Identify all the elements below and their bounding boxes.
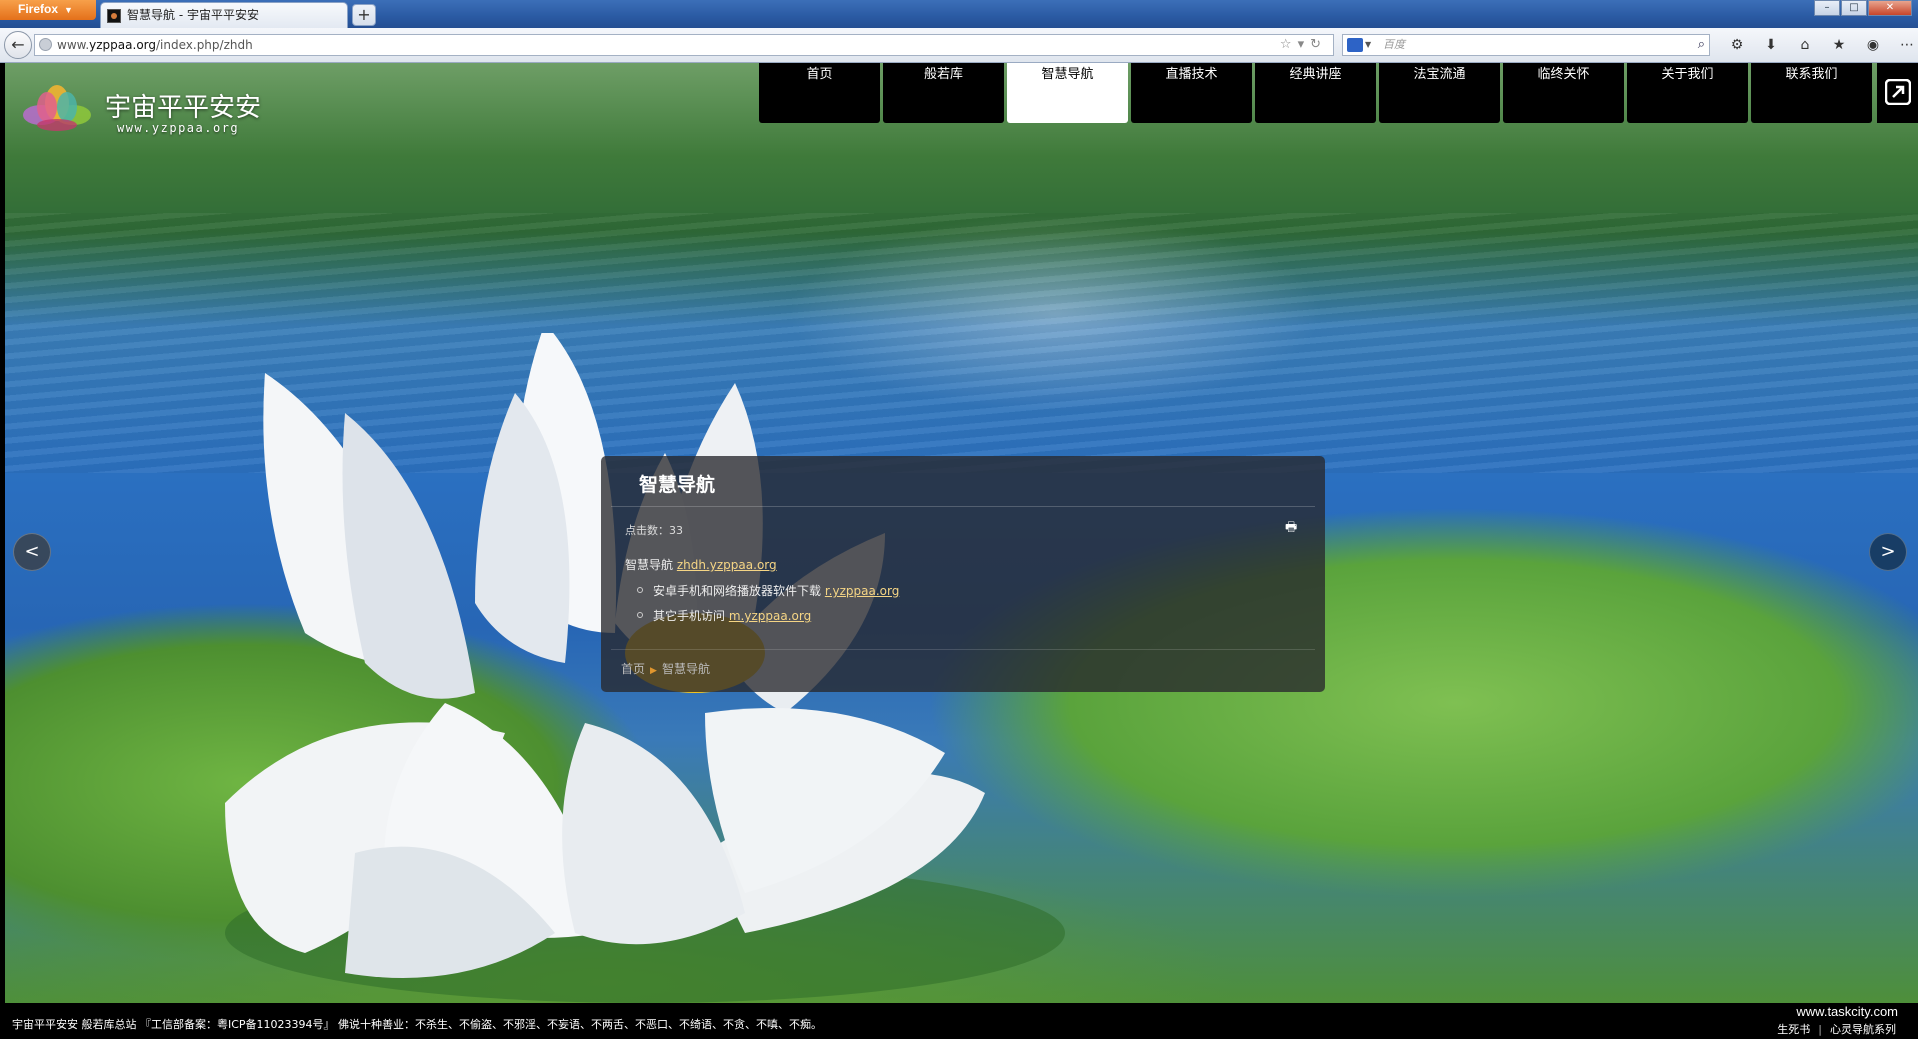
slide-prev-button[interactable]: < [13,533,51,571]
footer-link-2[interactable]: 心灵导航系列 [1830,1023,1896,1036]
chevron-left-icon: < [24,541,40,562]
divider [611,506,1315,507]
article-panel: 智慧导航 点击数：33 🖶 智慧导航 zhdh.yzppaa.org 安卓手机和… [601,456,1325,692]
list-item-text: 安卓手机和网络播放器软件下载 [653,584,822,598]
window-controls: – □ ✕ [1813,0,1912,18]
new-tab-button[interactable]: + [352,4,376,26]
url-domain: yzppaa.org [89,38,156,52]
footer-separator: | [1818,1023,1822,1036]
toolbar-icons: ⚙ ⬇ ⌂ ★ ◉ ⋯ [1720,34,1918,56]
site-title: 宇宙平平安安 [105,93,262,123]
chevron-right-icon: > [1880,541,1896,562]
search-placeholder: 百度 [1383,38,1405,51]
close-icon[interactable]: ✕ [1868,0,1912,16]
url-bar-icons: ☆▾↻ [1280,35,1327,55]
printer-icon[interactable]: 🖶 [1285,518,1297,540]
menu-item-dharma-circulation[interactable]: 法宝流通 [1379,63,1500,123]
screenshot-icon[interactable]: ◉ [1856,34,1890,56]
fullscreen-button[interactable] [1877,63,1918,123]
home-icon[interactable]: ⌂ [1788,34,1822,56]
menu-item-prajna-library[interactable]: 般若库 [883,63,1004,123]
site-logo[interactable]: 宇宙平平安安 www.yzppaa.org [19,81,279,141]
footer-notice: 宇宙平平安安 般若库总站 『工信部备案：粤ICP备11023394号』 佛说十种… [12,1018,823,1031]
firefox-menu-button[interactable]: Firefox ▼ [0,0,96,20]
list-item: 安卓手机和网络播放器软件下载 r.yzppaa.org [636,582,899,599]
globe-icon [39,38,52,51]
breadcrumb: 首页 ▶ 智慧导航 [621,660,710,677]
favicon-icon [107,9,121,23]
browser-navbar: ← www.yzppaa.org/index.php/zhdh ☆▾↻ ▼ 百度… [0,28,1918,63]
browser-titlebar: Firefox ▼ 智慧导航 - 宇宙平平安安 + – □ ✕ [0,0,1918,28]
list-item: 其它手机访问 m.yzppaa.org [636,607,899,624]
hit-count: 点击数：33 [625,524,683,537]
browser-tab[interactable]: 智慧导航 - 宇宙平平安安 [100,2,348,28]
search-icon[interactable]: ⌕ [1698,35,1705,55]
site-footer: 宇宙平平安安 般若库总站 『工信部备案：粤ICP备11023394号』 佛说十种… [0,1003,1918,1039]
expand-icon [1885,79,1911,105]
firefox-menu-label: Firefox [18,2,59,16]
url-bar[interactable]: www.yzppaa.org/index.php/zhdh ☆▾↻ [34,34,1334,56]
tab-title: 智慧导航 - 宇宙平平安安 [127,8,259,22]
chevron-down-icon: ▼ [64,5,73,15]
bookmarks-icon[interactable]: ★ [1822,34,1856,56]
url-path: /index.php/zhdh [156,38,253,52]
breadcrumb-current: 智慧导航 [661,662,710,676]
url-prefix: www. [57,38,90,52]
menu-item-wisdom-navigation[interactable]: 智慧导航 [1007,63,1128,123]
breadcrumb-home[interactable]: 首页 [621,662,645,676]
bookmark-star-icon[interactable]: ☆ [1280,37,1298,52]
chevron-down-icon: ▼ [1365,40,1372,49]
maximize-icon[interactable]: □ [1841,0,1867,16]
footer-links: 生死书 | 心灵导航系列 [1777,1021,1896,1037]
arrow-left-icon: ← [11,35,25,54]
footer-link-1[interactable]: 生死书 [1777,1023,1810,1036]
article-intro: 智慧导航 zhdh.yzppaa.org [625,556,777,573]
menu-item-contact-us[interactable]: 联系我们 [1751,63,1872,123]
article-title: 智慧导航 [639,474,716,496]
link-list: 安卓手机和网络播放器软件下载 r.yzppaa.org 其它手机访问 m.yzp… [625,582,899,632]
minimize-icon[interactable]: – [1814,0,1840,16]
addon-icon[interactable]: ⚙ [1720,34,1754,56]
reload-icon[interactable]: ↻ [1310,37,1327,52]
breadcrumb-separator-icon: ▶ [650,666,657,676]
menu-item-about-us[interactable]: 关于我们 [1627,63,1748,123]
list-item-link[interactable]: r.yzppaa.org [825,584,899,598]
page-background: 宇宙平平安安 www.yzppaa.org 首页 般若库 智慧导航 直播技术 经… [5,63,1918,1003]
back-button[interactable]: ← [4,31,32,59]
overflow-icon[interactable]: ⋯ [1890,34,1918,56]
menu-item-live-tech[interactable]: 直播技术 [1131,63,1252,123]
search-engine-icon[interactable] [1347,38,1363,52]
divider [611,649,1315,650]
main-menu: 首页 般若库 智慧导航 直播技术 经典讲座 法宝流通 临终关怀 关于我们 联系我… [759,63,1875,123]
menu-item-hospice-care[interactable]: 临终关怀 [1503,63,1624,123]
lotus-logo-icon [23,85,91,131]
slide-next-button[interactable]: > [1869,533,1907,571]
search-bar[interactable]: ▼ 百度 ⌕ [1342,34,1710,56]
list-item-text: 其它手机访问 [653,609,726,623]
download-icon[interactable]: ⬇ [1754,34,1788,56]
intro-text: 智慧导航 [625,558,674,572]
menu-item-classic-lectures[interactable]: 经典讲座 [1255,63,1376,123]
intro-link[interactable]: zhdh.yzppaa.org [677,558,777,572]
menu-item-home[interactable]: 首页 [759,63,880,123]
site-url: www.yzppaa.org [117,121,240,135]
footer-brand[interactable]: www.taskcity.com [1796,1004,1898,1019]
history-dropdown-icon[interactable]: ▾ [1298,37,1311,52]
list-item-link[interactable]: m.yzppaa.org [729,609,811,623]
